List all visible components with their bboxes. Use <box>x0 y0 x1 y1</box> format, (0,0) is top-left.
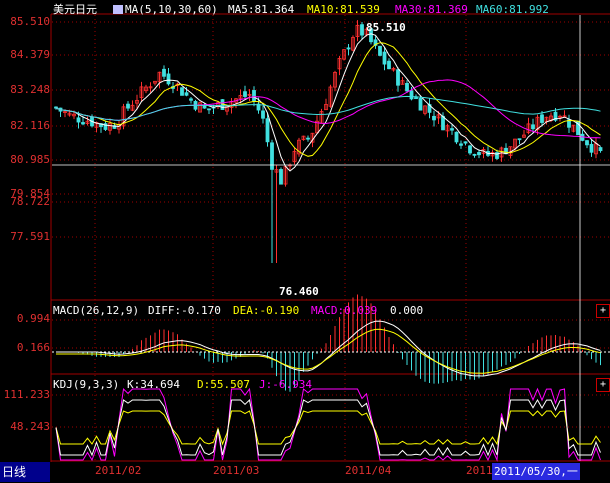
x-axis-tick: 2011/03 <box>213 464 260 477</box>
macd-panel-menu-button[interactable]: + <box>596 304 610 318</box>
candle-body <box>432 115 436 121</box>
candle-body <box>531 124 535 130</box>
price-y-tick: 78.722 <box>10 195 50 208</box>
price-y-tick: 84.379 <box>10 48 50 61</box>
candle-body <box>463 141 468 144</box>
candle-body <box>589 143 594 153</box>
kdj-y-tick: 111.233 <box>3 388 50 401</box>
candle-body <box>454 131 459 143</box>
candle-body <box>459 143 463 146</box>
kdj-y-tick: 48.243 <box>10 420 50 433</box>
candle-body <box>405 83 409 92</box>
candle-body <box>468 145 472 154</box>
symbol-title: 美元日元 <box>53 3 97 16</box>
price-y-tick: 82.116 <box>10 119 50 132</box>
kdj-j-value: J:-6.934 <box>259 378 312 391</box>
candle-body <box>441 115 445 131</box>
candle-body <box>252 90 256 102</box>
macd-histogram-value: MACD:0.039 <box>311 304 378 317</box>
stock-chart-window: 美元日元 MA(5,10,30,60) MA5:81.364 MA10:81.5… <box>0 0 610 483</box>
candle-body <box>76 117 81 123</box>
candle-body <box>409 90 414 100</box>
macd-diff-value: DIFF:-0.170 <box>148 304 221 317</box>
candle-body <box>382 51 387 65</box>
ma60-value: MA60:81.992 <box>476 3 549 16</box>
candle-body <box>126 103 130 109</box>
period-tab-daily[interactable]: 日线 <box>0 462 50 482</box>
candle-body <box>207 108 211 111</box>
candle-body <box>261 110 265 119</box>
candle-body <box>472 153 477 156</box>
cursor-date-readout: 2011/05/30,一 <box>492 463 580 480</box>
ma-indicator-label: MA(5,10,30,60) <box>113 3 218 16</box>
macd-y-tick: 0.166 <box>16 341 50 354</box>
candle-body <box>396 69 400 86</box>
candle-body <box>517 138 522 141</box>
candle-body <box>166 73 171 85</box>
candle-body <box>189 98 193 101</box>
ma30-line <box>55 79 601 139</box>
candle-body <box>360 24 364 36</box>
candle-body <box>81 122 85 125</box>
kdj-panel-menu-button[interactable]: + <box>596 378 610 392</box>
candle-body <box>162 68 166 77</box>
ma30-value: MA30:81.369 <box>395 3 468 16</box>
chart-canvas[interactable] <box>0 0 610 483</box>
high-price-label: 85.510 <box>366 21 406 34</box>
candle-body <box>243 91 247 97</box>
macd-dea-value: DEA:-0.190 <box>233 304 300 317</box>
ma10-value: MA10:81.539 <box>307 3 380 16</box>
macd-diff-line <box>56 320 601 377</box>
macd-dea-line <box>56 328 601 374</box>
ma5-value: MA5:81.364 <box>228 3 295 16</box>
candle-body <box>180 87 184 96</box>
low-price-label: 76.460 <box>279 285 319 298</box>
candle-body <box>598 147 603 152</box>
candle-body <box>477 152 481 156</box>
candle-body <box>540 114 544 123</box>
candle-body <box>346 47 351 50</box>
kdj-title: KDJ(9,3,3) <box>53 378 120 391</box>
macd-title: MACD(26,12,9) <box>53 304 140 317</box>
candle-body <box>387 60 391 70</box>
macd-y-tick: 0.994 <box>16 312 50 325</box>
candle-body <box>279 169 283 185</box>
x-axis-tick: 2011/02 <box>95 464 142 477</box>
kdj-k-value: K:34.694 <box>127 378 180 391</box>
price-y-tick: 80.985 <box>10 153 50 166</box>
candle-body <box>414 97 418 100</box>
price-y-tick: 77.591 <box>10 230 50 243</box>
candle-body <box>378 45 382 56</box>
candle-body <box>202 105 207 109</box>
price-y-tick: 85.510 <box>10 15 50 28</box>
candle-body <box>306 137 310 140</box>
candle-body <box>585 140 589 146</box>
kdj-d-value: D:55.507 <box>197 378 250 391</box>
x-axis-tick: 2011/04 <box>345 464 392 477</box>
indicator-icon <box>113 5 123 14</box>
candle-body <box>265 118 270 143</box>
macd-extra-value: 0.000 <box>390 304 424 317</box>
candle-body <box>418 98 423 111</box>
candle-body <box>184 92 189 96</box>
price-y-tick: 83.248 <box>10 83 50 96</box>
candle-body <box>450 128 454 131</box>
